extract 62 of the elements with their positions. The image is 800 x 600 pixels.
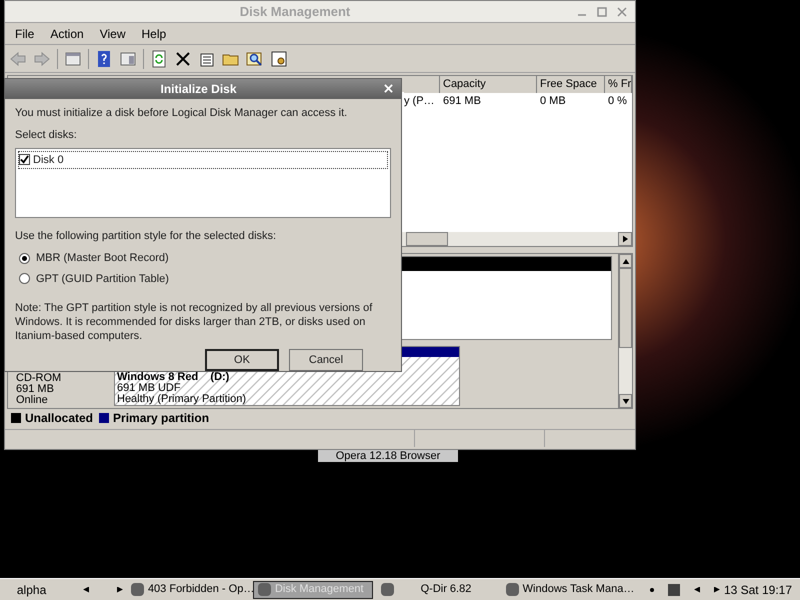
column-header[interactable] xyxy=(404,76,440,92)
delete-icon[interactable] xyxy=(174,50,192,68)
ok-button[interactable]: OK xyxy=(205,349,279,371)
help-icon[interactable] xyxy=(95,50,113,68)
note-text: Note: The GPT partition style is not recognized by all previous versions of Windows. It is recommended for disks larger than 2TB, or disks used on Itanium-based computers. xyxy=(15,301,374,343)
taskbar-label: 403 Forbidden - Op… xyxy=(148,582,254,598)
down-arrow-icon[interactable] xyxy=(622,398,630,404)
column-header[interactable]: Free Space xyxy=(537,76,605,92)
app-icon xyxy=(258,583,271,596)
volume-info-text: Healthy (Primary Partition) xyxy=(117,394,247,405)
refresh-icon[interactable] xyxy=(150,50,168,68)
clock: 13 Sat 19:17 xyxy=(724,582,792,598)
app-icon xyxy=(130,583,144,596)
menu-item[interactable]: Help xyxy=(136,24,172,42)
disk-info-text: CD-ROM xyxy=(16,373,62,384)
table-cell-text: 0 % xyxy=(607,94,628,109)
window-title: Disk Management xyxy=(238,2,352,21)
menu-item[interactable]: View xyxy=(94,24,132,42)
radio-label: MBR (Master Boot Record) xyxy=(36,251,169,266)
taskbar-label: Windows Task Mana… xyxy=(522,582,634,598)
up-arrow-icon[interactable] xyxy=(622,258,630,264)
right-arrow-icon[interactable] xyxy=(622,235,628,243)
disk-info-text: Online xyxy=(16,395,49,406)
disk-info-text: 691 MB xyxy=(16,384,55,395)
panel-icon[interactable] xyxy=(119,50,137,68)
close-icon[interactable] xyxy=(617,6,627,16)
taskbar-label: Disk Management xyxy=(274,582,364,598)
taskbar-button[interactable]: Windows Task Mana… xyxy=(502,580,638,598)
dialog-title: Initialize Disk xyxy=(159,80,238,98)
panel-icon[interactable] xyxy=(64,50,82,68)
square-icon[interactable] xyxy=(668,584,680,596)
table-cell-text: 0 MB xyxy=(539,94,567,109)
menu-item[interactable]: Action xyxy=(44,24,90,42)
maximize-icon[interactable] xyxy=(597,6,607,16)
taskbar-label: Q-Dir 6.82 xyxy=(420,582,472,598)
disk-list-item[interactable]: Disk 0 xyxy=(18,150,388,169)
taskbar-button[interactable]: Q-Dir 6.82 xyxy=(377,580,498,598)
legend-label: Unallocated xyxy=(25,410,94,427)
select-disks-label: Select disks: xyxy=(15,128,77,143)
cancel-button[interactable]: Cancel xyxy=(289,349,363,371)
search-icon[interactable] xyxy=(246,50,264,68)
column-header[interactable]: % Fr xyxy=(605,76,632,92)
radio-button[interactable] xyxy=(19,273,30,284)
table-cell-text: 691 MB xyxy=(442,94,482,109)
tooltip: Opera 12.18 Browser xyxy=(318,450,458,462)
vertical-scrollbar[interactable] xyxy=(618,254,632,408)
radio-label: GPT (GUID Partition Table) xyxy=(36,272,169,286)
app-icon xyxy=(506,583,519,596)
scrollbar-thumb[interactable] xyxy=(406,232,448,246)
volume-info-text: 691 MB UDF xyxy=(117,383,182,394)
menu-item[interactable]: File xyxy=(9,24,40,42)
legend-label: Primary partition xyxy=(113,410,210,427)
start-label[interactable]: alpha xyxy=(2,580,62,598)
table-cell-text: y (P… xyxy=(404,94,436,109)
app-icon xyxy=(381,583,394,596)
partition-style-label: Use the following partition style for the selected disks: xyxy=(15,228,276,244)
radio-button[interactable] xyxy=(19,252,30,264)
volume-name: Windows 8 Red (D:) xyxy=(117,372,230,383)
column-header[interactable]: Capacity xyxy=(440,76,537,92)
checkbox[interactable] xyxy=(19,154,30,166)
intro-text: You must initialize a disk before Logical Disk Manager can access it. xyxy=(15,106,348,120)
disk-name: Disk 0 xyxy=(33,152,64,168)
